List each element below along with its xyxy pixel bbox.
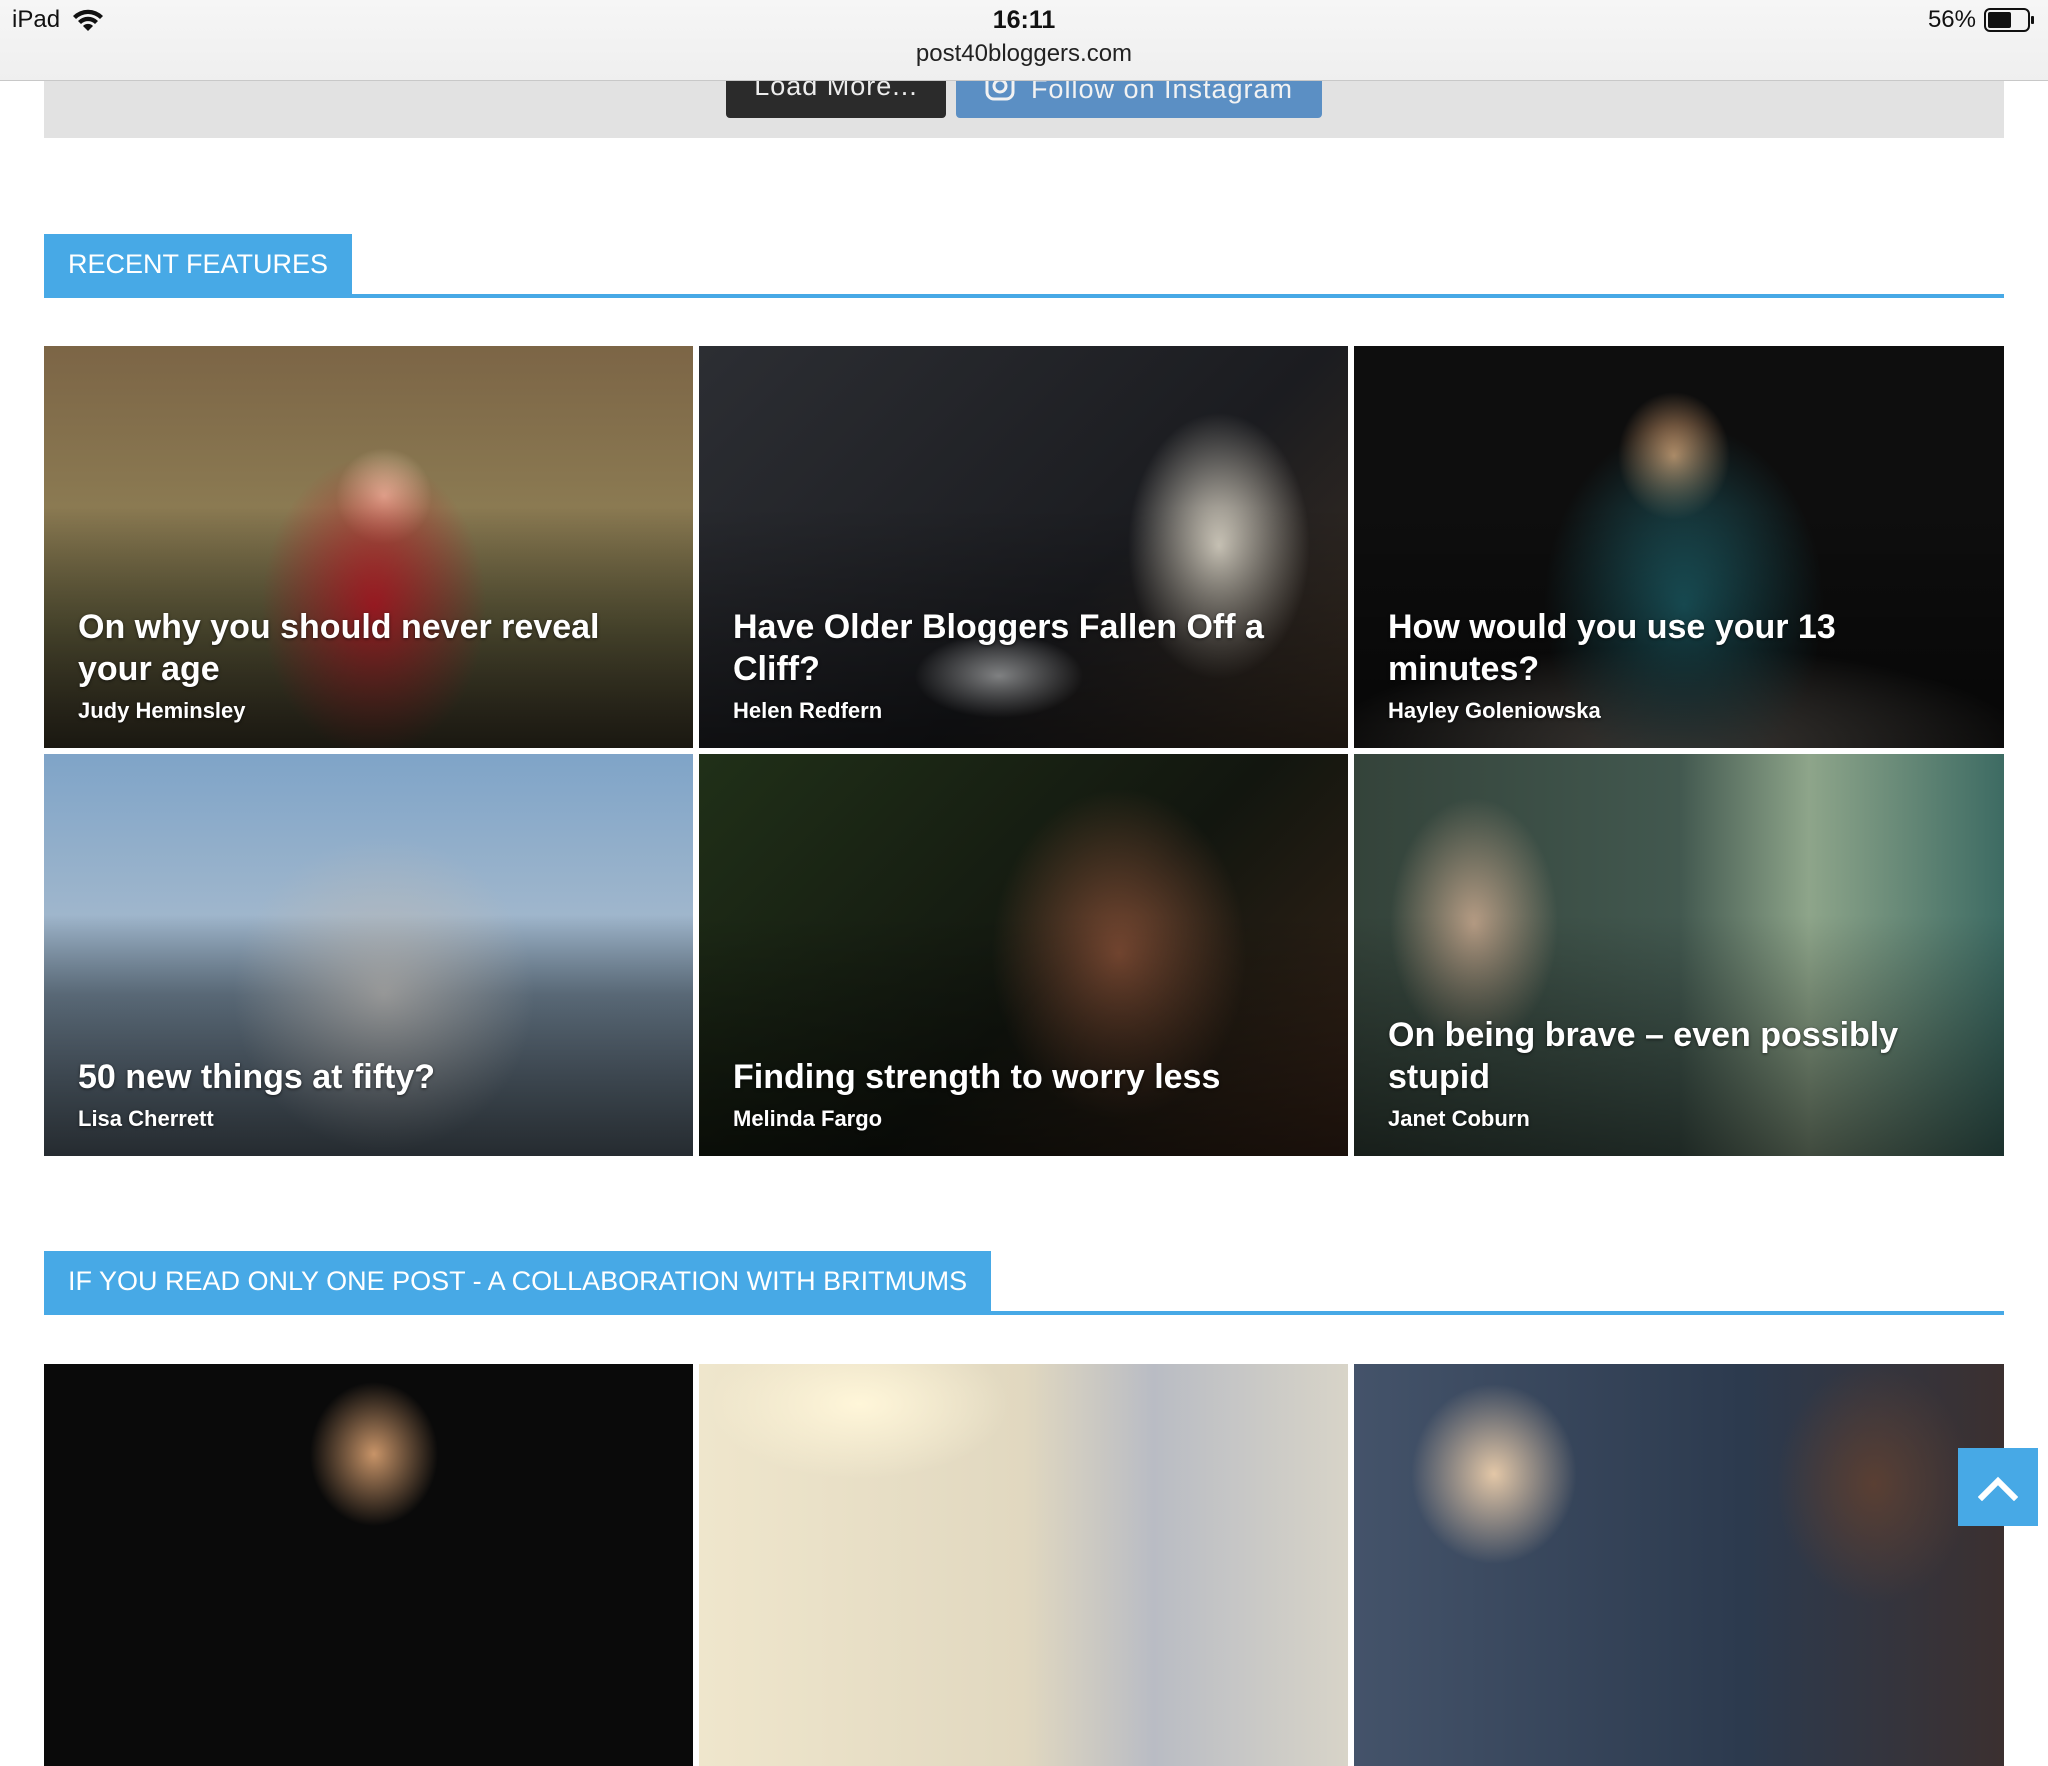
card-text: On why you should never reveal your age … [78, 606, 665, 724]
card-title[interactable]: On why you should never reveal your age [78, 606, 665, 690]
chevron-up-icon [1978, 1476, 2018, 1501]
feature-card[interactable]: Finding strength to worry less Melinda F… [699, 754, 1348, 1156]
card-text: Finding strength to worry less Melinda F… [733, 1056, 1320, 1132]
card-title[interactable]: On being brave – even possibly stupid [1388, 1014, 1976, 1098]
britmums-grid [44, 1364, 2004, 1766]
clock: 16:11 [992, 6, 1056, 34]
card-author[interactable]: Judy Heminsley [78, 698, 665, 724]
card-text: 50 new things at fifty? Lisa Cherrett [78, 1056, 665, 1132]
battery-icon [1984, 8, 2034, 32]
card-author[interactable]: Lisa Cherrett [78, 1106, 665, 1132]
card-author[interactable]: Melinda Fargo [733, 1106, 1320, 1132]
post-card-image[interactable] [1354, 1364, 2004, 1766]
card-title[interactable]: Finding strength to worry less [733, 1056, 1320, 1098]
britmums-collaboration-title: IF YOU READ ONLY ONE POST - A COLLABORAT… [44, 1251, 992, 1311]
post-card-image[interactable] [699, 1364, 1348, 1766]
card-author[interactable]: Janet Coburn [1388, 1106, 1976, 1132]
back-to-top-button[interactable] [1958, 1448, 2038, 1526]
card-author[interactable]: Helen Redfern [733, 698, 1320, 724]
feature-card[interactable]: 50 new things at fifty? Lisa Cherrett [44, 754, 693, 1156]
feature-card[interactable]: How would you use your 13 minutes? Hayle… [1354, 346, 2004, 748]
feature-card[interactable]: On why you should never reveal your age … [44, 346, 693, 748]
feature-card[interactable]: Have Older Bloggers Fallen Off a Cliff? … [699, 346, 1348, 748]
post-card-image[interactable] [44, 1364, 693, 1766]
britmums-collaboration-header: IF YOU READ ONLY ONE POST - A COLLABORAT… [44, 1251, 2004, 1315]
battery-percent: 56% [1927, 6, 1976, 33]
card-title[interactable]: 50 new things at fifty? [78, 1056, 665, 1098]
card-author[interactable]: Hayley Goleniowska [1388, 698, 1976, 724]
battery-indicator: 56% [1928, 6, 2036, 34]
recent-features-grid: On why you should never reveal your age … [44, 346, 2004, 1156]
recent-features-title: RECENT FEATURES [44, 234, 353, 294]
recent-features-header: RECENT FEATURES [44, 234, 2004, 298]
card-title[interactable]: How would you use your 13 minutes? [1388, 606, 1976, 690]
status-bar: iPad 16:11 post40bloggers.com 56% [0, 0, 2048, 81]
feature-card[interactable]: On being brave – even possibly stupid Ja… [1354, 754, 2004, 1156]
address-bar-url[interactable]: post40bloggers.com [0, 40, 2048, 68]
card-text: How would you use your 13 minutes? Hayle… [1388, 606, 1976, 724]
card-text: On being brave – even possibly stupid Ja… [1388, 1014, 1976, 1132]
card-text: Have Older Bloggers Fallen Off a Cliff? … [733, 606, 1320, 724]
card-title[interactable]: Have Older Bloggers Fallen Off a Cliff? [733, 606, 1320, 690]
